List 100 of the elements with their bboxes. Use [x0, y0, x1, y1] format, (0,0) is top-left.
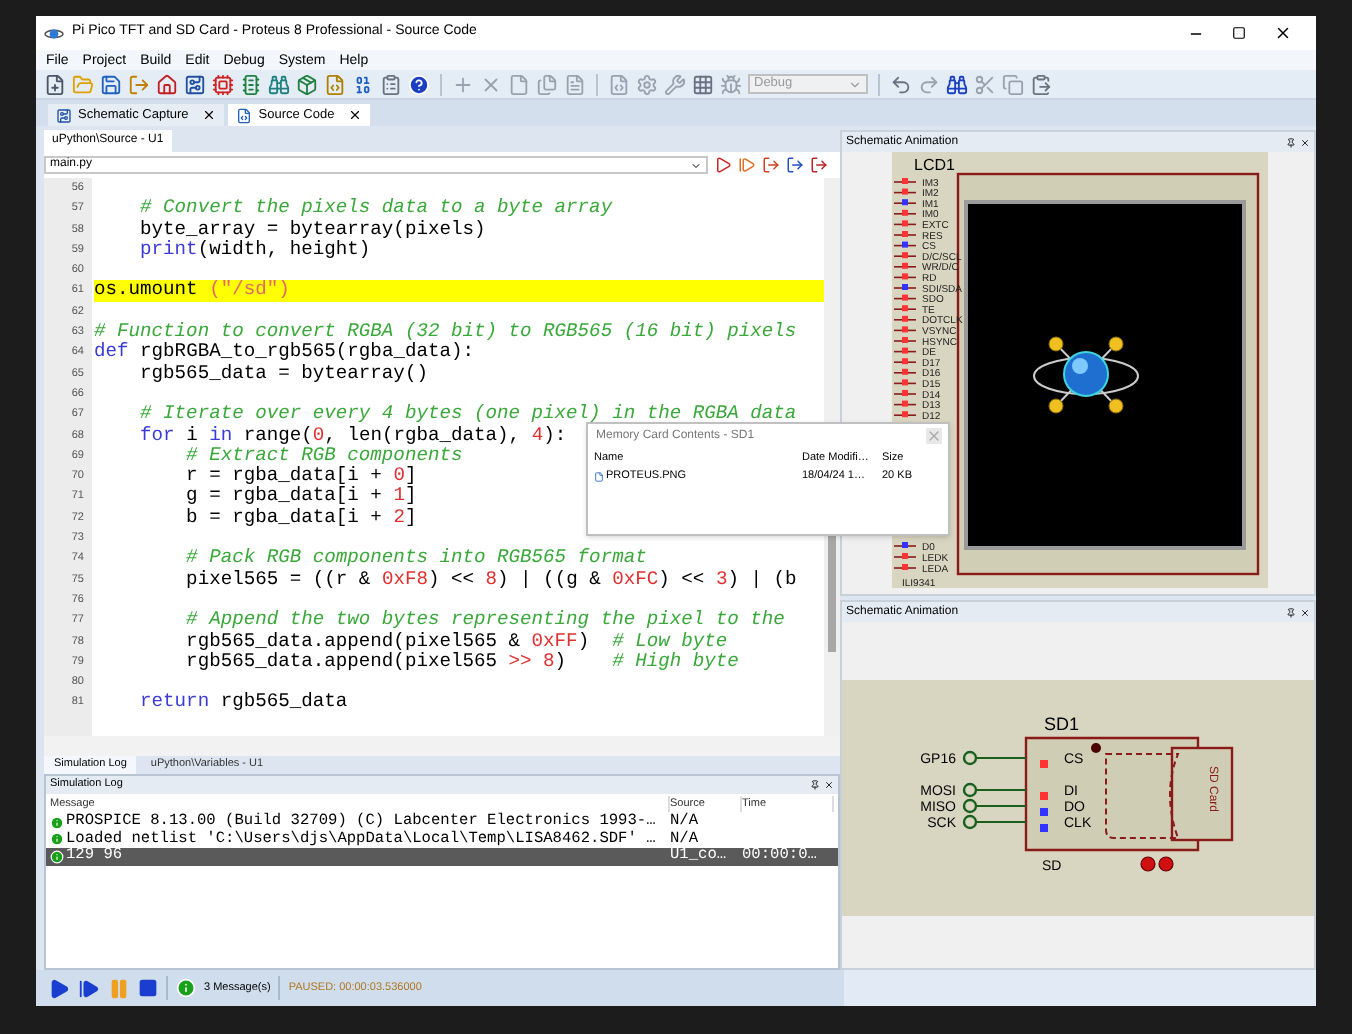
code-line: # Convert the pixels data to a byte array [138, 198, 613, 220]
schematic-icon[interactable] [184, 73, 206, 95]
pin-line [893, 414, 917, 416]
pin-line [893, 545, 917, 547]
script-icon[interactable] [324, 73, 346, 95]
exit-icon[interactable] [128, 73, 150, 95]
run-icon[interactable] [714, 156, 732, 174]
pin-line [893, 567, 917, 569]
close-icon[interactable] [348, 108, 363, 122]
close-icon[interactable] [202, 108, 217, 122]
step-over-icon[interactable] [810, 156, 828, 174]
pin-line [893, 329, 917, 332]
part-label: SD1 [1044, 714, 1080, 734]
code-line: # Function to convert RGBA (32 bit) to RGB565 (16 bit) pixels [94, 322, 797, 343]
pin-line [893, 266, 917, 268]
pin-line [893, 393, 917, 395]
pin-line [893, 234, 917, 236]
package-icon[interactable] [296, 73, 318, 95]
wire [975, 821, 1027, 823]
pin-line [893, 340, 917, 342]
grid-icon[interactable] [692, 73, 714, 95]
document-icon[interactable] [564, 73, 586, 95]
step-into-icon[interactable] [762, 156, 780, 174]
play-icon[interactable] [48, 977, 70, 999]
led-indicator-drawing [1140, 856, 1174, 872]
pin-line [893, 361, 917, 363]
step-icon[interactable] [78, 977, 100, 999]
maximize-icon[interactable] [1232, 26, 1246, 40]
bug-icon[interactable] [720, 73, 742, 95]
code-file-icon[interactable] [608, 73, 630, 95]
pin-line [893, 372, 917, 374]
code-line: # Append the two bytes representing the pixel to the [184, 610, 785, 632]
card-outline [1105, 753, 1179, 839]
inspect-icon[interactable] [268, 73, 290, 95]
code-line: pixel565 = ((r & 0xF8) << 8) | ((g & 0xFC) << 3) | (b [184, 569, 797, 590]
copy-icon[interactable] [1002, 73, 1024, 95]
file-icon [594, 471, 604, 482]
pin-line [893, 382, 917, 385]
stop-icon[interactable] [138, 978, 158, 998]
info-icon [176, 978, 196, 998]
pin-dot [1091, 743, 1101, 753]
pin-line [893, 319, 917, 321]
paste-icon[interactable] [1030, 73, 1052, 95]
pin-line [893, 255, 917, 257]
caret-icon [848, 77, 862, 91]
binary-icon[interactable] [352, 73, 374, 95]
pin-icon[interactable] [1286, 137, 1296, 147]
pin-line [893, 181, 917, 183]
card-slot [1170, 746, 1234, 842]
code-line: rgb565_data = bytearray() [138, 363, 428, 384]
atom-logo-drawing [1033, 336, 1139, 414]
wire [975, 789, 1027, 791]
pin-line [893, 244, 917, 247]
help-icon[interactable] [408, 73, 430, 95]
wire [975, 757, 1027, 759]
save-icon[interactable] [100, 73, 122, 95]
pin-icon[interactable] [810, 780, 820, 790]
home-icon[interactable] [156, 73, 178, 95]
code-line: byte_array = bytearray(pixels) [138, 219, 486, 240]
pin-line [893, 308, 917, 310]
part-label: LCD1 [914, 156, 955, 174]
pin-line [893, 223, 917, 226]
pin-line [893, 403, 917, 406]
delete-icon[interactable] [480, 73, 502, 95]
file-icon[interactable] [508, 73, 530, 95]
files-icon[interactable] [536, 73, 558, 95]
undo-icon[interactable] [890, 73, 912, 95]
step-icon[interactable] [738, 156, 756, 174]
schematic-icon [56, 107, 72, 123]
code-line: b = rgba_data[i + 2] [184, 507, 417, 529]
pin-line [893, 350, 917, 353]
code-line: # Pack RGB components into RGB565 format [184, 548, 647, 570]
close-icon[interactable] [1274, 24, 1292, 42]
code-line: # Iterate over every 4 bytes (one pixel) in the RGBA data [138, 404, 797, 426]
pin-line [893, 287, 917, 289]
pin-line [893, 297, 917, 300]
pin-line [893, 213, 917, 215]
code-line: for i in range(0, len(rgba_data), 4): [138, 425, 567, 446]
new-file-icon[interactable] [44, 73, 66, 95]
component-icon[interactable] [240, 73, 262, 95]
add-icon[interactable] [452, 73, 474, 95]
wrench-icon[interactable] [664, 73, 686, 95]
clipboard-icon[interactable] [380, 73, 402, 95]
chip-icon[interactable] [212, 73, 234, 95]
gear-icon[interactable] [636, 73, 658, 95]
code-file-icon [236, 107, 253, 123]
code-line: rgb565_data.append(pixel565 >> 8) # High byte [184, 651, 739, 673]
find-icon[interactable] [946, 73, 968, 95]
code-line: return rgb565_data [138, 692, 348, 714]
wire [975, 805, 1027, 807]
code-line: rgb565_data.append(pixel565 & 0xFF) # Low byte [184, 631, 728, 652]
pin-line [893, 556, 917, 558]
code-line: print(width, height) [138, 239, 371, 261]
code-line: r = rgba_data[i + 0] [184, 466, 417, 487]
pin-line [893, 202, 917, 204]
pin-line [893, 276, 917, 279]
step-out-icon[interactable] [786, 156, 804, 174]
pin-icon[interactable] [1286, 607, 1296, 617]
caret-icon [690, 159, 702, 171]
pin-line [893, 191, 917, 194]
